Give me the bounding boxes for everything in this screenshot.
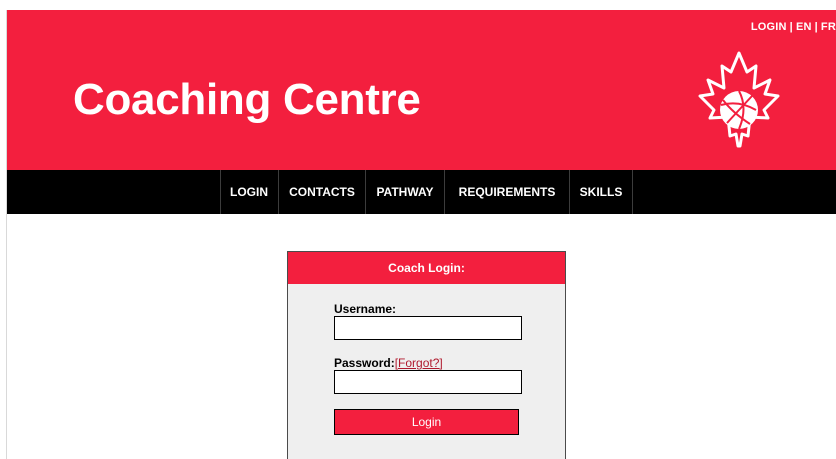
nav-item-requirements[interactable]: REQUIREMENTS (445, 170, 569, 214)
nav-item-skills[interactable]: SKILLS (570, 170, 632, 214)
nav-item-contacts[interactable]: CONTACTS (279, 170, 365, 214)
language-en-link[interactable]: EN (796, 21, 812, 33)
main-nav: LOGIN CONTACTS PATHWAY REQUIREMENTS SKIL… (7, 170, 836, 214)
site-title: Coaching Centre (73, 75, 421, 124)
login-button[interactable]: Login (334, 409, 519, 435)
username-label: Username: (334, 302, 397, 316)
top-login-link[interactable]: LOGIN (751, 21, 787, 33)
page: LOGIN | EN | FR Coaching Centre LOGIN CONTAC… (0, 0, 836, 459)
language-fr-link[interactable]: FR (821, 21, 836, 33)
password-label: Password: (334, 356, 395, 370)
password-label-row: Password:[Forgot?] (334, 356, 443, 370)
site-header: LOGIN | EN | FR Coaching Centre (7, 10, 836, 170)
password-input[interactable] (334, 370, 522, 394)
forgot-password-link[interactable]: [Forgot?] (395, 356, 443, 370)
coach-login-panel: Coach Login: Username: Password:[Forgot?… (287, 251, 566, 459)
maple-leaf-volleyball-icon (698, 51, 780, 148)
login-heading: Coach Login: (288, 252, 565, 284)
nav-item-pathway[interactable]: PATHWAY (366, 170, 444, 214)
username-input[interactable] (334, 316, 522, 340)
nav-divider (632, 170, 633, 214)
top-links: LOGIN | EN | FR (751, 21, 836, 33)
nav-item-login[interactable]: LOGIN (220, 170, 278, 214)
separator: | (789, 21, 793, 33)
separator: | (814, 21, 818, 33)
